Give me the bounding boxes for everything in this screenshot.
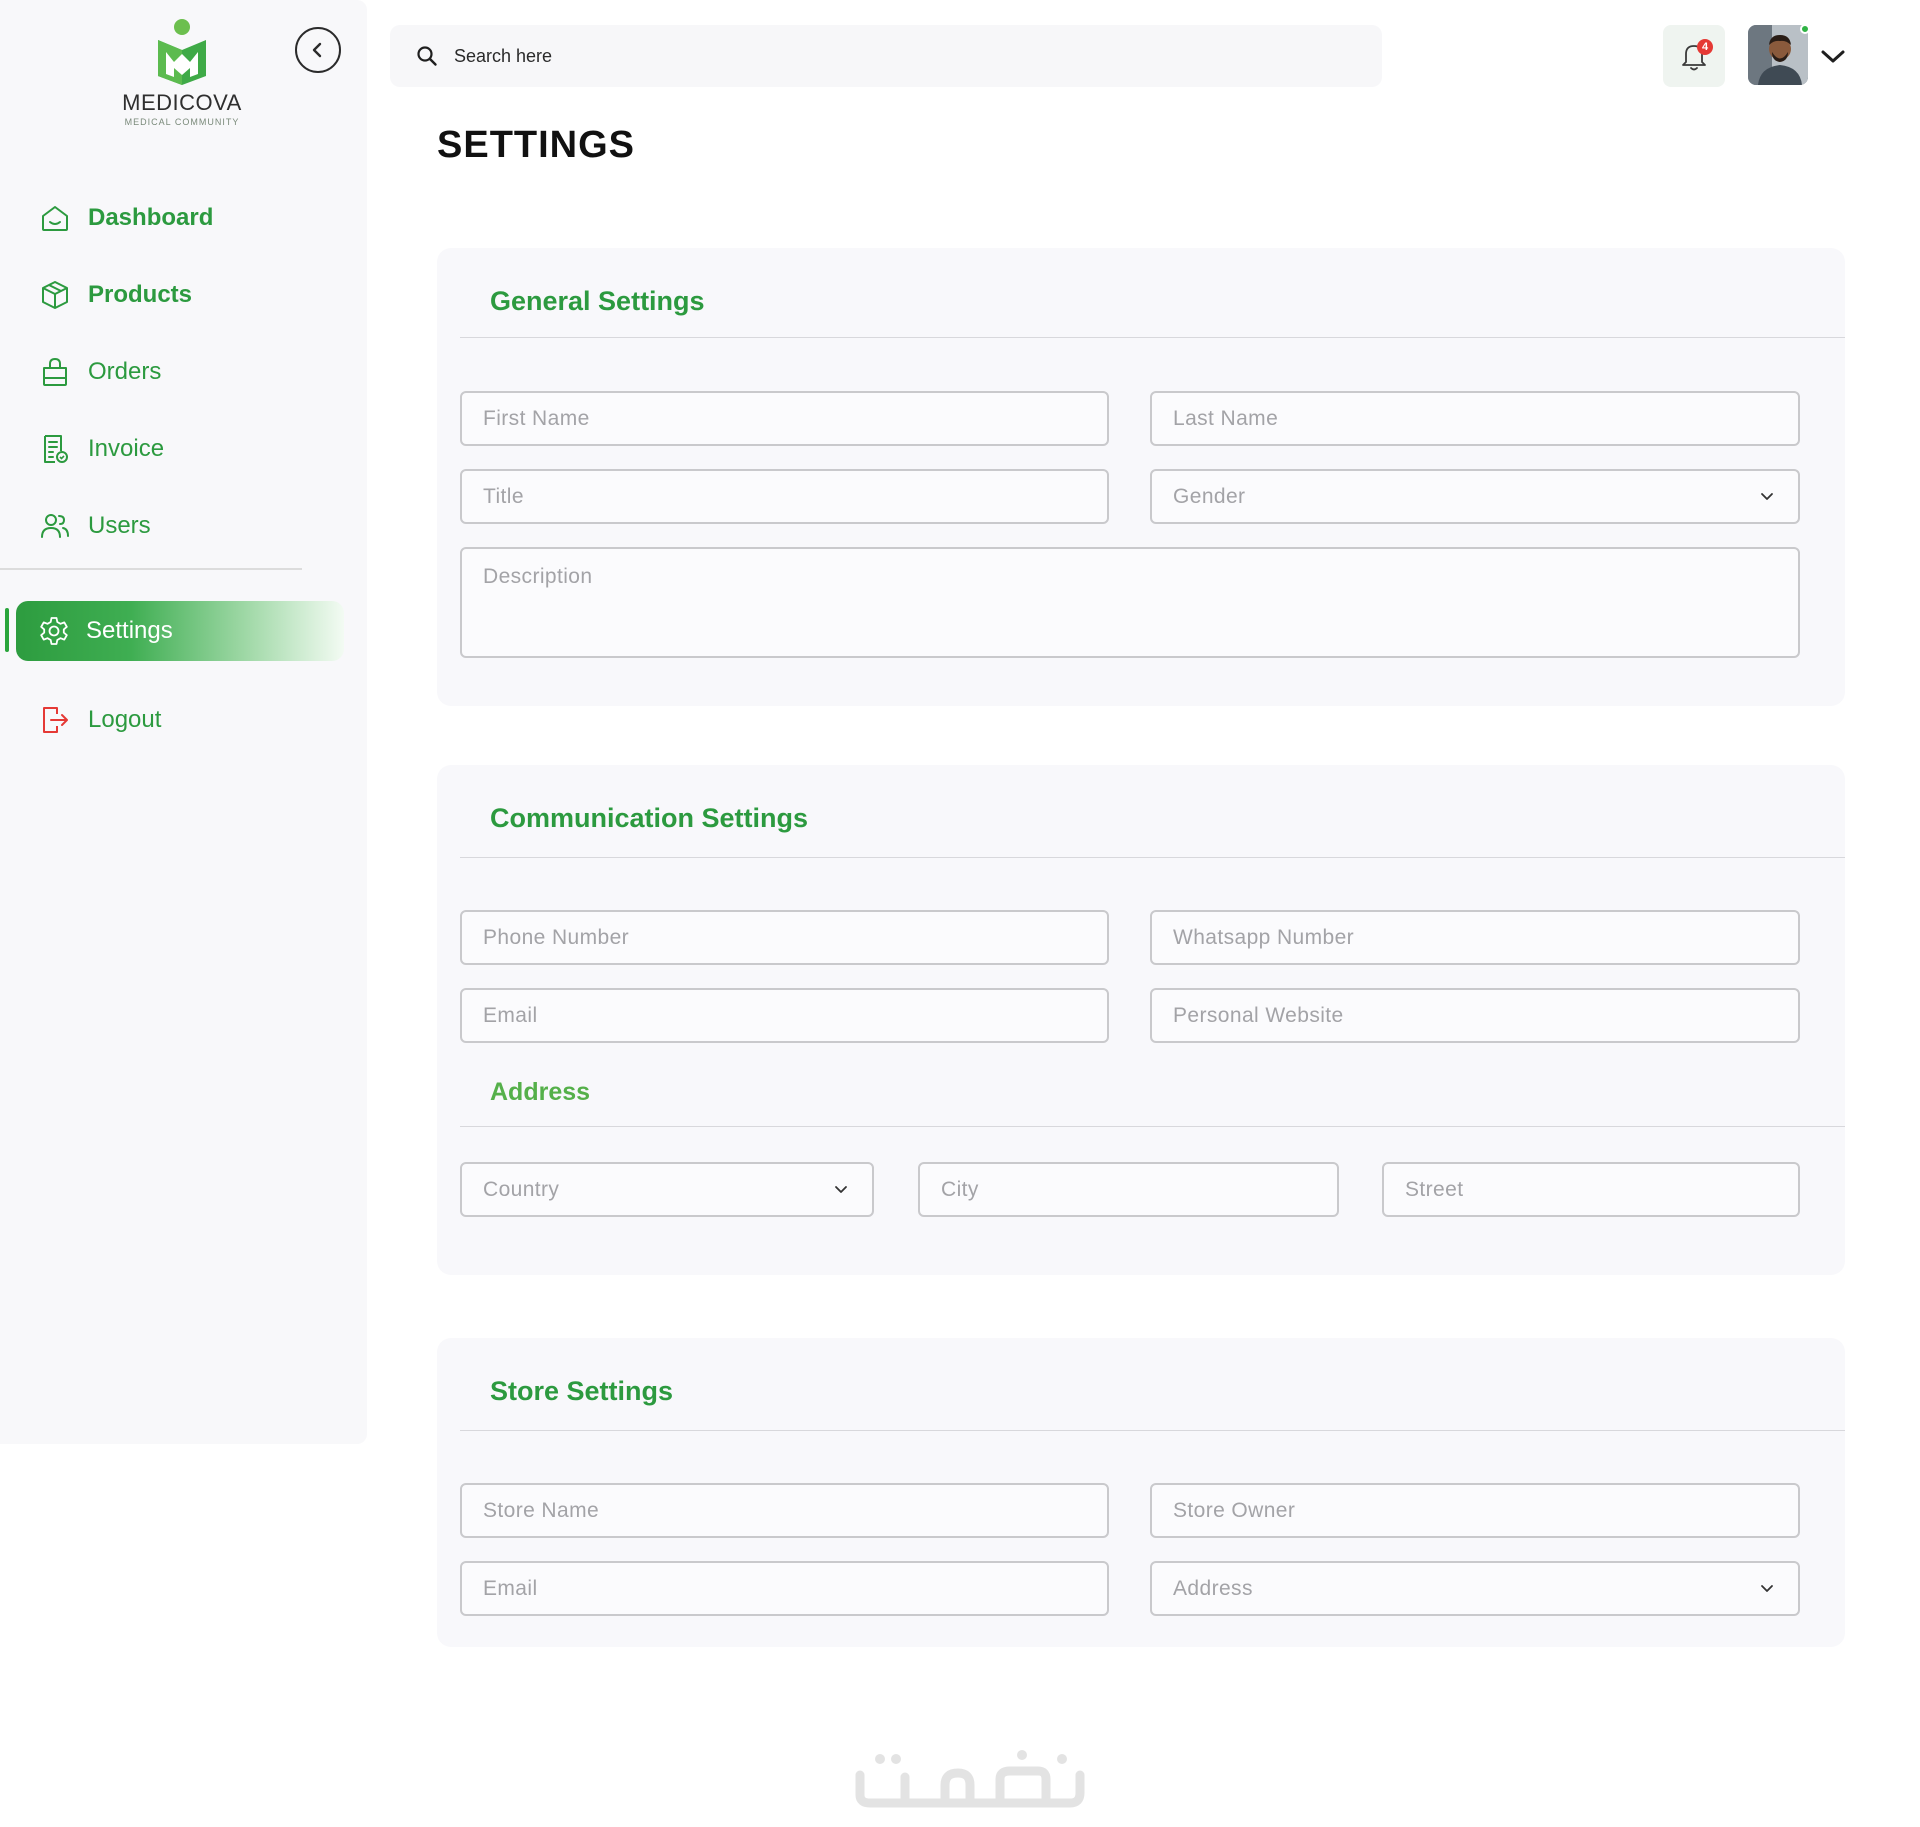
sidebar-item-dashboard[interactable]: Dashboard: [38, 198, 213, 238]
country-select-value[interactable]: [483, 1177, 872, 1202]
online-status-dot: [1800, 24, 1810, 34]
store-settings-card: Store Settings: [437, 1338, 1845, 1647]
search-icon: [416, 45, 438, 67]
brand-tagline: MEDICAL COMMUNITY: [124, 117, 240, 127]
logout-icon: [38, 703, 72, 737]
page-title: SETTINGS: [437, 124, 636, 166]
first-name-field[interactable]: [460, 391, 1109, 446]
store-email-input[interactable]: [483, 1576, 1107, 1601]
store-email-field[interactable]: [460, 1561, 1109, 1616]
profile-menu-toggle[interactable]: [1818, 42, 1848, 72]
personal-website-input[interactable]: [1173, 1003, 1798, 1028]
sidebar-item-label: Logout: [88, 706, 162, 733]
sidebar-item-label: Invoice: [88, 435, 165, 462]
sidebar: MEDICOVA MEDICAL COMMUNITY Dashboard Pro…: [0, 0, 367, 1444]
store-address-select-value[interactable]: [1173, 1576, 1798, 1601]
shopping-bag-icon: [38, 355, 72, 389]
email-field[interactable]: [460, 988, 1109, 1043]
description-textarea[interactable]: [483, 565, 1798, 635]
personal-website-field[interactable]: [1150, 988, 1800, 1043]
store-address-select[interactable]: [1150, 1561, 1800, 1616]
country-select[interactable]: [460, 1162, 874, 1217]
brand-logo[interactable]: MEDICOVA MEDICAL COMMUNITY: [120, 18, 244, 127]
gender-select[interactable]: [1150, 469, 1800, 524]
last-name-field[interactable]: [1150, 391, 1800, 446]
gender-select-value[interactable]: [1173, 484, 1798, 509]
store-owner-input[interactable]: [1173, 1498, 1798, 1523]
section-divider: [460, 857, 1845, 858]
section-divider: [460, 1430, 1845, 1431]
description-field[interactable]: [460, 547, 1800, 658]
avatar[interactable]: [1748, 25, 1808, 85]
store-name-input[interactable]: [483, 1498, 1107, 1523]
last-name-input[interactable]: [1173, 406, 1798, 431]
first-name-input[interactable]: [483, 406, 1107, 431]
address-subtitle: Address: [490, 1078, 591, 1106]
notifications-button[interactable]: 4: [1663, 25, 1725, 87]
sidebar-item-label: Settings: [86, 617, 173, 644]
communication-settings-card: Communication Settings Address: [437, 765, 1845, 1275]
sidebar-item-label: Dashboard: [88, 204, 214, 231]
sidebar-item-label: Orders: [88, 358, 162, 385]
store-settings-title: Store Settings: [490, 1376, 674, 1406]
communication-settings-title: Communication Settings: [490, 803, 809, 833]
sidebar-item-users[interactable]: Users: [38, 506, 151, 546]
whatsapp-number-input[interactable]: [1173, 925, 1798, 950]
search-bar[interactable]: [390, 25, 1382, 87]
users-icon: [38, 509, 72, 543]
section-divider: [460, 1126, 1845, 1127]
whatsapp-number-field[interactable]: [1150, 910, 1800, 965]
sidebar-item-orders[interactable]: Orders: [38, 352, 161, 392]
box-icon: [38, 278, 72, 312]
city-field[interactable]: [918, 1162, 1339, 1217]
active-indicator: [5, 608, 9, 652]
chevron-down-icon: [1761, 493, 1773, 500]
sidebar-item-invoice[interactable]: Invoice: [38, 429, 164, 469]
user-photo-icon: [1748, 25, 1808, 85]
search-input[interactable]: [454, 45, 1354, 67]
brand-name: MEDICOVA: [122, 90, 242, 115]
street-input[interactable]: [1405, 1177, 1798, 1202]
phone-number-input[interactable]: [483, 925, 1107, 950]
sidebar-item-products[interactable]: Products: [38, 275, 192, 315]
watermark-logo: [855, 1750, 1085, 1808]
title-input[interactable]: [483, 484, 1107, 509]
title-field[interactable]: [460, 469, 1109, 524]
general-settings-card: General Settings: [437, 248, 1845, 706]
general-settings-title: General Settings: [490, 286, 705, 316]
sidebar-item-logout[interactable]: Logout: [38, 700, 161, 740]
street-field[interactable]: [1382, 1162, 1800, 1217]
sidebar-item-label: Users: [88, 512, 151, 539]
phone-number-field[interactable]: [460, 910, 1109, 965]
invoice-icon: [38, 432, 72, 466]
store-owner-field[interactable]: [1150, 1483, 1800, 1538]
email-input[interactable]: [483, 1003, 1107, 1028]
home-icon: [38, 201, 72, 235]
medicova-logo-icon: [158, 19, 206, 85]
collapse-sidebar-button[interactable]: [295, 27, 341, 73]
gear-icon: [38, 615, 70, 647]
city-input[interactable]: [941, 1177, 1337, 1202]
notification-badge: 4: [1697, 39, 1713, 55]
section-divider: [460, 337, 1845, 338]
sidebar-item-settings[interactable]: Settings: [16, 601, 344, 661]
sidebar-divider: [0, 568, 302, 570]
chevron-down-icon: [835, 1186, 847, 1193]
sidebar-item-label: Products: [88, 281, 193, 308]
chevron-down-icon: [1821, 50, 1845, 63]
chevron-left-icon: [312, 42, 322, 58]
chevron-down-icon: [1761, 1585, 1773, 1592]
store-name-field[interactable]: [460, 1483, 1109, 1538]
